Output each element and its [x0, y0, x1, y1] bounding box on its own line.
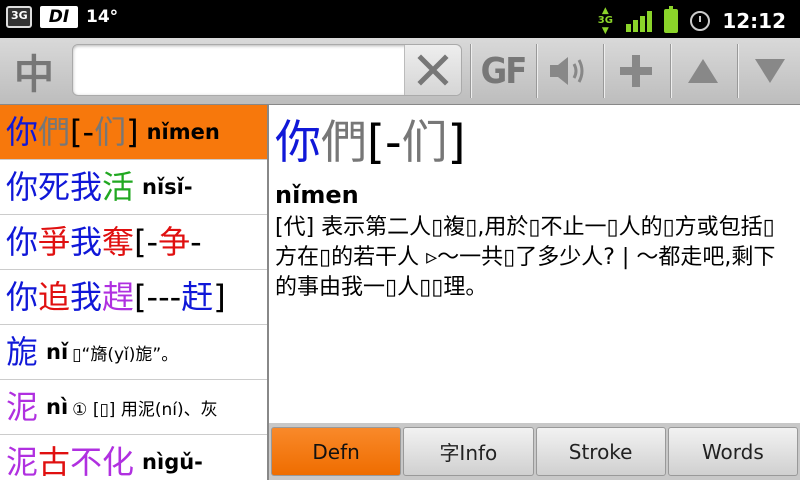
list-item-hanzi-segment: 活	[102, 168, 135, 206]
gf-button[interactable]: GF	[473, 44, 533, 98]
list-item-pinyin: nǐmen	[146, 120, 220, 144]
list-item-hanzi-segment: 泥	[6, 388, 39, 426]
clear-icon	[417, 54, 449, 86]
temperature: 14°	[86, 7, 119, 27]
list-item[interactable]: 你追我趕[---赶]	[0, 270, 267, 325]
list-item-pinyin: nì	[46, 395, 69, 419]
tab-label: Stroke	[568, 439, 633, 464]
result-list: 你們[-们] nǐmen 你死我活 nǐsǐ- 你爭我奪[-争- 你追我趕[---赶] 旎 n…	[0, 105, 269, 480]
add-icon	[620, 55, 652, 87]
toolbar: 中 GF	[0, 38, 800, 105]
list-item-hanzi-segment: 争	[158, 223, 191, 261]
alarm-icon	[690, 11, 711, 31]
list-item-hanzi-segment: 你	[6, 223, 39, 261]
list-item[interactable]: 你死我活 nǐsǐ-	[0, 160, 267, 215]
next-button[interactable]	[740, 44, 800, 98]
list-item-hanzi: 旎	[6, 332, 38, 372]
list-item-hanzi-segment: 們	[38, 113, 71, 151]
status-bar: 3G DI 14° ▲ 3G ▼ 12:12	[0, 0, 800, 38]
list-item[interactable]: 泥古不化 nìgǔ-	[0, 435, 267, 480]
list-item[interactable]: 旎 nǐ ▯“旖(yǐ)旎”。	[0, 325, 267, 380]
list-item-hanzi: 你爭我奪[-争-	[6, 222, 202, 262]
headword-pinyin: nǐmen	[275, 181, 359, 209]
up-arrow-icon	[688, 59, 718, 83]
list-item[interactable]: 你們[-们] nǐmen	[0, 105, 267, 160]
previous-button[interactable]	[673, 44, 733, 98]
headword-segment: ]	[447, 115, 466, 169]
tab-label: Defn	[312, 439, 360, 464]
3g-data-label: 3G	[11, 9, 28, 22]
definition-panel: 你們[-们] nǐmen [代] 表示第二人▯複▯,用於▯不止一▯人的▯方或包括…	[269, 105, 800, 423]
down-arrow-icon	[755, 59, 785, 83]
network-label: 3G	[597, 15, 613, 26]
headword-segment: 你	[275, 115, 321, 169]
speaker-icon	[550, 57, 584, 85]
list-item-hanzi-segment: 古	[38, 443, 71, 480]
list-item-hanzi-segment: [---	[134, 278, 182, 316]
list-item-hanzi: 你追我趕[---赶]	[6, 277, 226, 317]
battery-icon	[664, 6, 679, 33]
list-item-hanzi: 泥古不化	[6, 442, 134, 480]
list-item-gloss: ▯“旖(yǐ)旎”。	[72, 344, 179, 365]
list-item-gloss: ① [▯] 用泥(ní)、灰	[72, 399, 218, 420]
list-item-pinyin: nǐsǐ-	[142, 175, 193, 199]
search-box	[72, 44, 462, 96]
list-item-hanzi-segment: 爭	[38, 223, 71, 261]
signal-icon	[626, 10, 653, 32]
list-item-hanzi: 泥	[6, 387, 38, 427]
list-item-hanzi-segment: 趕	[102, 278, 135, 316]
tab-defn[interactable]: Defn	[271, 427, 402, 476]
list-item-hanzi-segment: ]	[213, 278, 226, 316]
search-input[interactable]	[81, 53, 405, 89]
list-item-hanzi-segment: 我	[70, 278, 103, 316]
list-item-hanzi-segment: 我	[70, 223, 103, 261]
list-item-hanzi-segment: 追	[38, 278, 71, 316]
headword-segment: 们	[401, 115, 448, 169]
list-item-hanzi-segment: 赶	[181, 278, 214, 316]
definition-text: [代] 表示第二人▯複▯,用於▯不止一▯人的▯方或包括▯方在▯的若干人 ▹～一共…	[275, 215, 776, 300]
headword-segment: 們	[321, 115, 367, 169]
clock: 12:12	[722, 9, 786, 33]
list-item-hanzi-segment: 旎	[6, 333, 39, 371]
clear-button[interactable]	[404, 45, 461, 95]
list-item[interactable]: 你爭我奪[-争-	[0, 215, 267, 270]
3g-data-icon: 3G	[6, 6, 32, 28]
network-type-icon: ▲ 3G ▼	[597, 6, 613, 36]
tab-words[interactable]: Words	[667, 427, 798, 476]
list-item-hanzi-segment: 你	[6, 113, 39, 151]
gf-label: GF	[480, 50, 528, 92]
list-item-hanzi-segment: [-	[134, 223, 159, 261]
di-app-label: DI	[48, 7, 70, 27]
list-item-hanzi-segment: 不化	[70, 443, 135, 480]
list-item-hanzi-segment: 奪	[102, 223, 135, 261]
speak-button[interactable]	[539, 44, 599, 98]
add-button[interactable]	[606, 44, 666, 98]
list-item[interactable]: 泥 nì ① [▯] 用泥(ní)、灰	[0, 380, 267, 435]
list-item-hanzi-segment: 泥	[6, 443, 39, 480]
tab-char-info[interactable]: 字Info	[403, 427, 534, 476]
headword: 你們[-们]	[275, 113, 466, 171]
list-item-hanzi-segment: 们	[94, 113, 127, 151]
list-item-hanzi-segment: 你	[6, 278, 39, 316]
list-item-hanzi-segment: ]	[126, 113, 139, 151]
di-app-icon: DI	[40, 6, 78, 28]
status-bar-right: ▲ 3G ▼ 12:12	[596, 6, 786, 36]
tab-label: 字Info	[439, 441, 498, 465]
list-item-hanzi-segment: [-	[70, 113, 95, 151]
tab-label: Words	[701, 439, 764, 464]
headword-segment: [-	[367, 115, 402, 169]
list-item-pinyin: nǐ	[46, 340, 69, 364]
list-item-pinyin: nìgǔ-	[142, 450, 203, 474]
list-item-hanzi: 你們[-们]	[6, 112, 139, 152]
tab-stroke[interactable]: Stroke	[535, 427, 666, 476]
input-mode-label: 中	[14, 52, 54, 98]
status-bar-left: 3G DI 14°	[6, 6, 118, 28]
input-mode-button[interactable]: 中	[6, 44, 62, 98]
list-item-hanzi: 你死我活	[6, 167, 134, 207]
list-item-hanzi-segment: 你死我	[6, 168, 103, 206]
detail-tabs: Defn 字Info Stroke Words	[269, 423, 800, 480]
list-item-hanzi-segment: -	[190, 223, 202, 261]
